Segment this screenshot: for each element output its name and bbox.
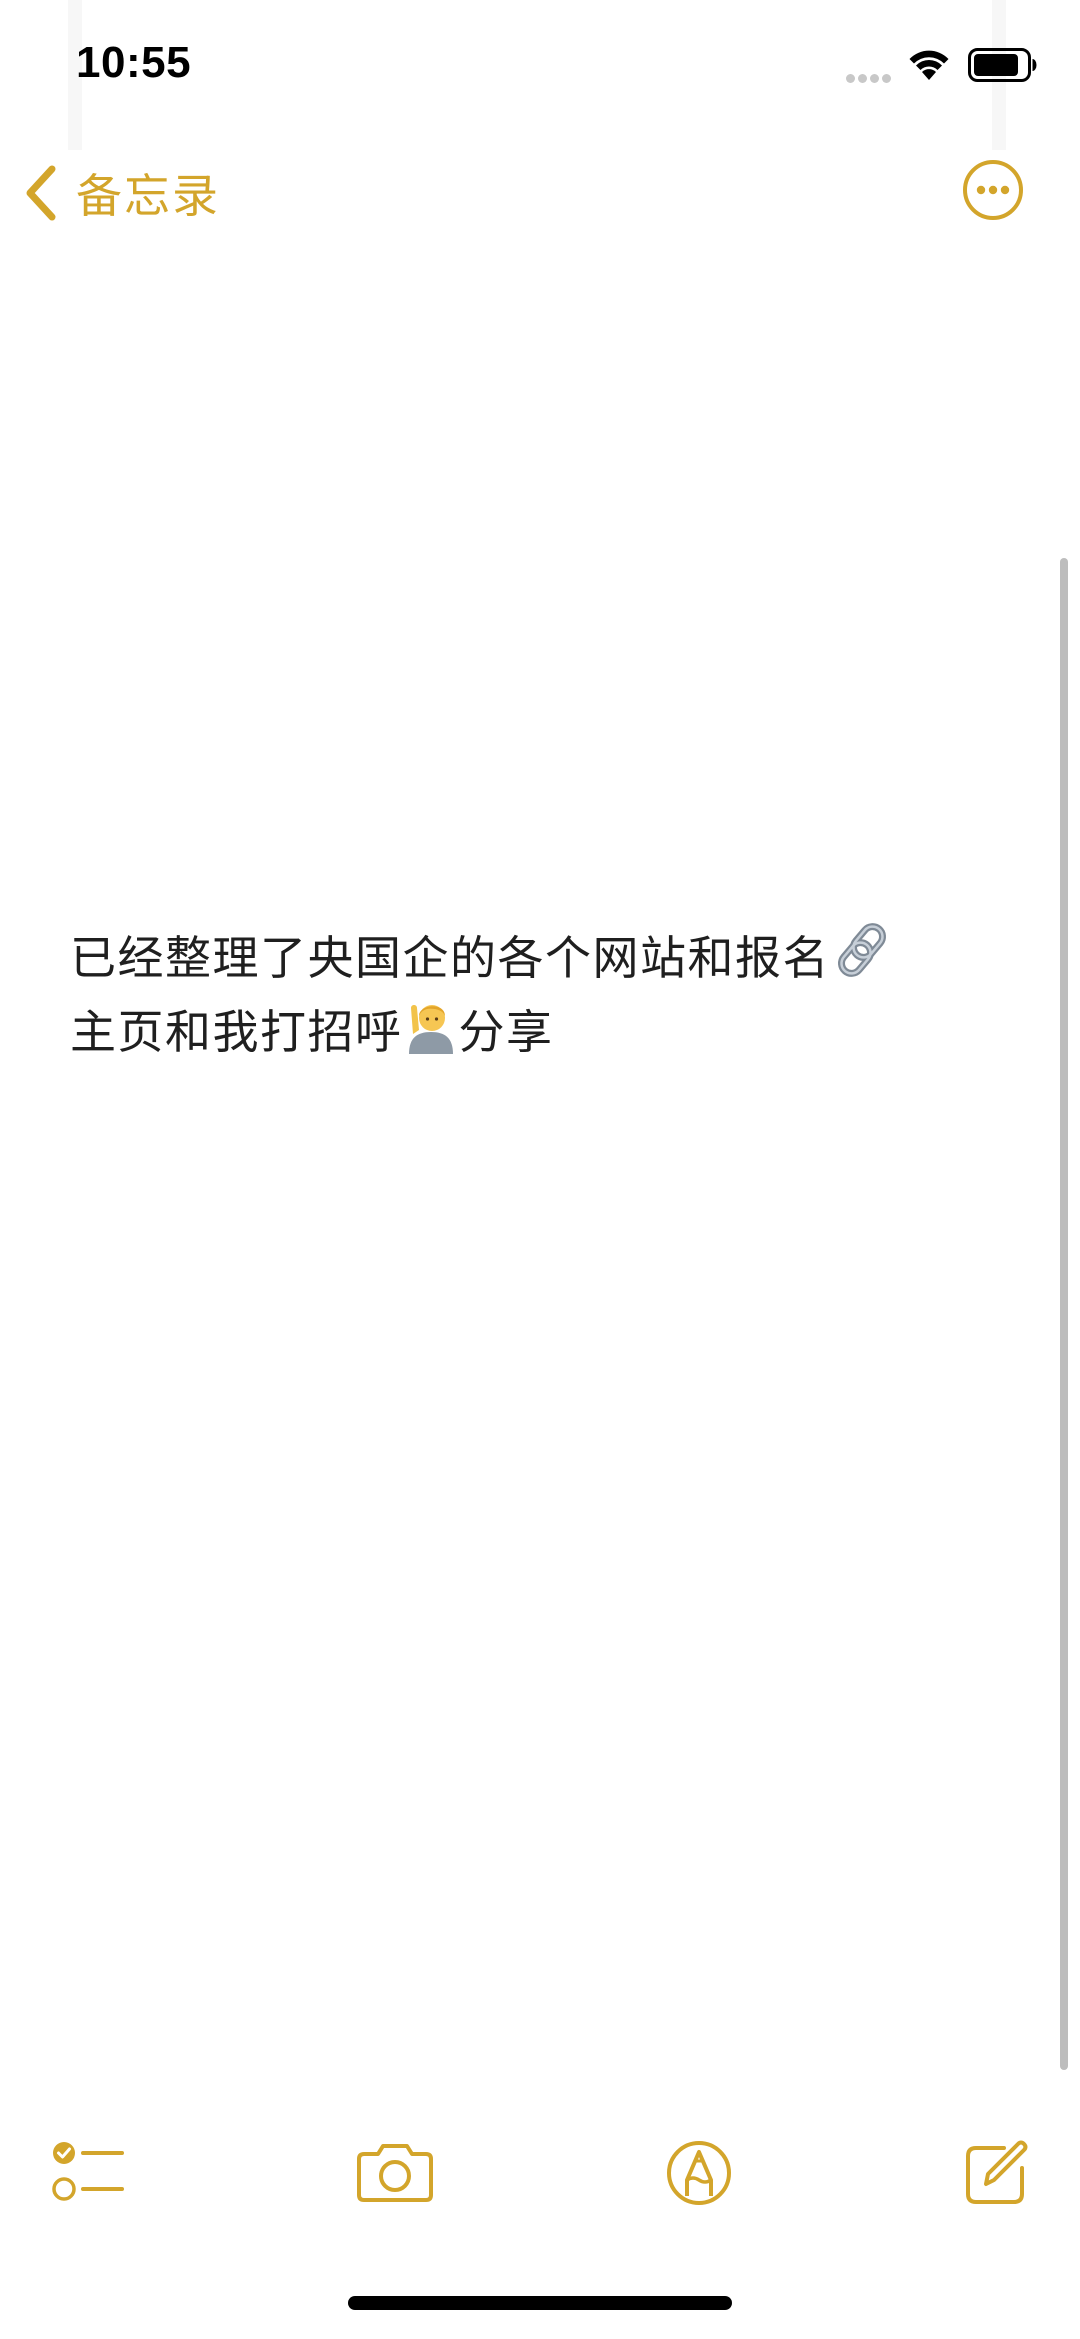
markup-pen-icon	[667, 2141, 731, 2205]
camera-icon	[357, 2144, 433, 2202]
note-line-2-text-b: 分享	[458, 1005, 554, 1059]
more-options-button[interactable]	[962, 159, 1024, 221]
note-line-2-text-a: 主页和我打招呼	[70, 1005, 403, 1059]
battery-icon	[968, 48, 1037, 82]
back-button-label: 备忘录	[76, 169, 220, 223]
chevron-left-icon	[26, 165, 56, 221]
status-icons	[838, 44, 1038, 84]
signal-dots-icon	[846, 68, 894, 87]
note-line-1: 已经整理了央国企的各个网站和报名	[70, 920, 970, 994]
note-line-2: 主页和我打招呼 分享	[70, 994, 970, 1068]
checklist-button[interactable]	[52, 2140, 126, 2206]
ellipsis-circle-icon	[963, 160, 1023, 220]
checklist-icon	[52, 2142, 124, 2201]
wifi-icon	[909, 50, 949, 80]
note-line-1-text: 已经整理了央国企的各个网站和报名	[70, 931, 830, 985]
camera-button[interactable]	[356, 2142, 434, 2204]
compose-icon	[966, 2140, 1028, 2204]
home-indicator[interactable]	[348, 2296, 732, 2310]
person-raising-hand-icon	[408, 1005, 453, 1054]
note-body[interactable]: 已经整理了央国企的各个网站和报名 主页和我打招呼 分享	[70, 920, 970, 1068]
status-time: 10:55	[76, 38, 192, 87]
compose-button[interactable]	[964, 2140, 1028, 2206]
markup-button[interactable]	[666, 2140, 732, 2206]
vertical-scrollbar[interactable]	[1060, 558, 1068, 2070]
link-icon	[838, 923, 886, 977]
back-button[interactable]: 备忘录	[22, 158, 220, 228]
